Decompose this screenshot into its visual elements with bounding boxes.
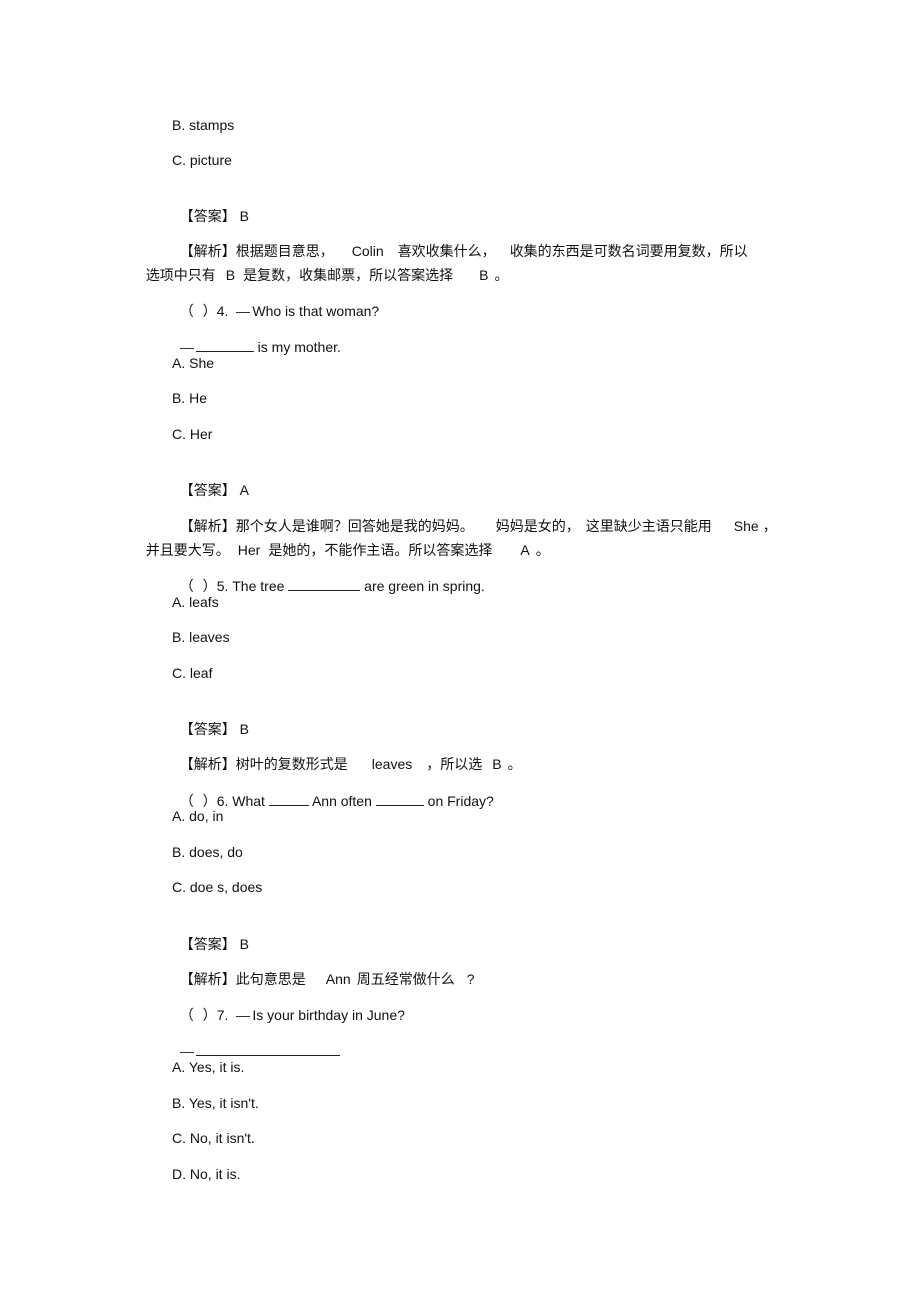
q4-question: （ ）4. Who is that woman? bbox=[172, 281, 379, 320]
q3-option-c: C. picture bbox=[172, 152, 232, 168]
q7-option-b: B. Yes, it isn't. bbox=[172, 1095, 259, 1111]
fill-blank bbox=[195, 337, 254, 352]
analysis-text: 。 bbox=[535, 543, 550, 559]
analysis-text: B bbox=[492, 756, 502, 772]
fill-blank bbox=[288, 576, 361, 591]
dash-mark bbox=[179, 1051, 194, 1053]
q3-analysis-line2: 选项中只有 B 是复数，收集邮票，所以答案选择 B。 bbox=[138, 245, 509, 284]
q4-analysis-line2: 并且要大写。 Her 是她的，不能作主语。所以答案选择 A。 bbox=[138, 520, 550, 559]
analysis-text: 。 bbox=[494, 268, 509, 284]
q5-question: （ ）5. The tree are green in spring. bbox=[172, 556, 485, 595]
q6-option-a: A. do, in bbox=[172, 808, 224, 824]
analysis-text: 。 bbox=[507, 757, 522, 773]
analysis-text: She bbox=[733, 518, 759, 534]
q4-option-a: A. She bbox=[172, 355, 215, 371]
q6-option-b: B. does, do bbox=[172, 844, 243, 860]
q5-analysis: 【解析】树叶的复数形式是 leaves ，所以选 B。 bbox=[172, 734, 522, 773]
q5-answer: 【答案】 B bbox=[172, 699, 249, 738]
q4-option-b: B. He bbox=[172, 390, 208, 406]
q6-question: （ ）6. What Ann often on Friday? bbox=[172, 771, 494, 810]
q4-answer: 【答案】 A bbox=[172, 460, 249, 499]
response-text: is my mother. bbox=[253, 339, 341, 355]
q4-analysis-line1: 【解析】那个女人是谁啊？回答她是我的妈妈。 妈妈是女的， 这里缺少主语只能用 She， bbox=[172, 496, 777, 535]
analysis-text: A bbox=[520, 542, 530, 558]
q7-response bbox=[172, 1021, 340, 1056]
q7-option-a: A. Yes, it is. bbox=[172, 1059, 245, 1075]
question-text: 5. The tree bbox=[216, 578, 289, 594]
analysis-text: ， bbox=[762, 519, 777, 535]
q6-answer: 【答案】 B bbox=[172, 914, 249, 953]
analysis-text: leaves bbox=[371, 756, 413, 772]
analysis-text: 收集的东西是可数名词要用复数，所以 bbox=[509, 244, 748, 260]
q3-option-b: B. stamps bbox=[172, 117, 235, 133]
q5-option-a: A. leafs bbox=[172, 594, 219, 610]
q4-response: is my mother. bbox=[172, 317, 341, 355]
q5-option-b: B. leaves bbox=[172, 629, 230, 645]
question-text: 6. What bbox=[216, 793, 269, 809]
dash-mark bbox=[236, 1015, 251, 1017]
q7-option-d: D. No, it is. bbox=[172, 1166, 241, 1182]
q3-analysis-line1: 【解析】根据题目意思， Colin 喜欢收集什么， 收集的东西是可数名词要用复数，所以 bbox=[172, 221, 748, 260]
q3-answer: 【答案】 B bbox=[172, 186, 249, 225]
q4-option-c: C. Her bbox=[172, 426, 213, 442]
fill-blank bbox=[268, 791, 309, 806]
analysis-text: B bbox=[479, 267, 489, 283]
fill-blank bbox=[375, 791, 424, 806]
fill-blank bbox=[195, 1041, 340, 1056]
q7-question: （ ）7. Is your birthday in June? bbox=[172, 985, 405, 1024]
dash-mark bbox=[179, 347, 194, 349]
q6-analysis: 【解析】此句意思是 Ann 周五经常做什么? bbox=[172, 949, 475, 988]
q5-option-c: C. leaf bbox=[172, 665, 213, 681]
q7-option-c: C. No, it isn't. bbox=[172, 1130, 255, 1146]
question-text: are green in spring. bbox=[360, 578, 485, 594]
analysis-text: ? bbox=[466, 971, 475, 987]
question-text: on Friday? bbox=[423, 793, 494, 809]
dash-mark bbox=[236, 311, 251, 313]
q6-option-c: C. doe s, does bbox=[172, 879, 263, 895]
question-text: Ann often bbox=[308, 793, 376, 809]
analysis-text: 这里缺少主语只能用 bbox=[585, 519, 712, 535]
